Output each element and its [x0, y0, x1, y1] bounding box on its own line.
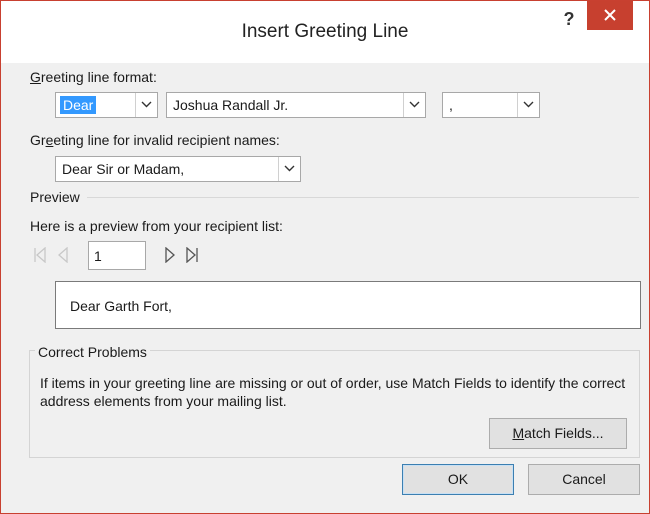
previous-record-icon[interactable]: [57, 247, 69, 263]
chevron-down-icon: [284, 165, 295, 172]
name-format-dropdown-arrow[interactable]: [403, 93, 425, 117]
greeting-preview-box: Dear Garth Fort,: [55, 281, 641, 329]
ok-button[interactable]: OK: [402, 464, 514, 495]
salutation-dropdown-arrow[interactable]: [135, 93, 157, 117]
chevron-down-icon: [409, 101, 420, 108]
next-record-icon[interactable]: [164, 247, 176, 263]
punctuation-dropdown-arrow[interactable]: [517, 93, 539, 117]
preview-separator: [87, 197, 639, 198]
salutation-dropdown[interactable]: Dear: [55, 92, 158, 118]
punctuation-value: ,: [449, 97, 453, 113]
match-fields-button[interactable]: Match Fields...: [489, 418, 627, 449]
insert-greeting-line-dialog: Insert Greeting Line ? Greeting line for…: [0, 0, 650, 514]
invalid-names-value: Dear Sir or Madam,: [62, 161, 185, 177]
help-button[interactable]: ?: [557, 7, 581, 31]
chevron-down-icon: [141, 101, 152, 108]
correct-problems-label: Correct Problems: [35, 344, 150, 360]
greeting-format-label: Greeting line format:: [30, 69, 157, 85]
chevron-down-icon: [523, 101, 534, 108]
greeting-preview-text: Dear Garth Fort,: [70, 298, 172, 314]
salutation-value: Dear: [60, 96, 97, 114]
first-record-icon[interactable]: [33, 247, 47, 263]
invalid-names-dropdown[interactable]: Dear Sir or Madam,: [55, 156, 301, 182]
name-format-dropdown[interactable]: Joshua Randall Jr.: [166, 92, 426, 118]
invalid-names-label: Greeting line for invalid recipient name…: [30, 132, 280, 148]
preview-description: Here is a preview from your recipient li…: [30, 218, 283, 234]
title-bar: Insert Greeting Line ?: [1, 1, 649, 63]
correct-problems-message: If items in your greeting line are missi…: [40, 375, 626, 409]
record-number-input[interactable]: 1: [88, 241, 146, 270]
name-format-value: Joshua Randall Jr.: [173, 97, 289, 113]
preview-section-label: Preview: [30, 189, 80, 205]
close-icon: [604, 9, 616, 21]
cancel-button[interactable]: Cancel: [528, 464, 640, 495]
invalid-names-dropdown-arrow[interactable]: [278, 157, 300, 181]
punctuation-dropdown[interactable]: ,: [442, 92, 540, 118]
last-record-icon[interactable]: [185, 247, 199, 263]
dialog-title: Insert Greeting Line: [241, 21, 409, 42]
close-button[interactable]: [587, 1, 633, 30]
